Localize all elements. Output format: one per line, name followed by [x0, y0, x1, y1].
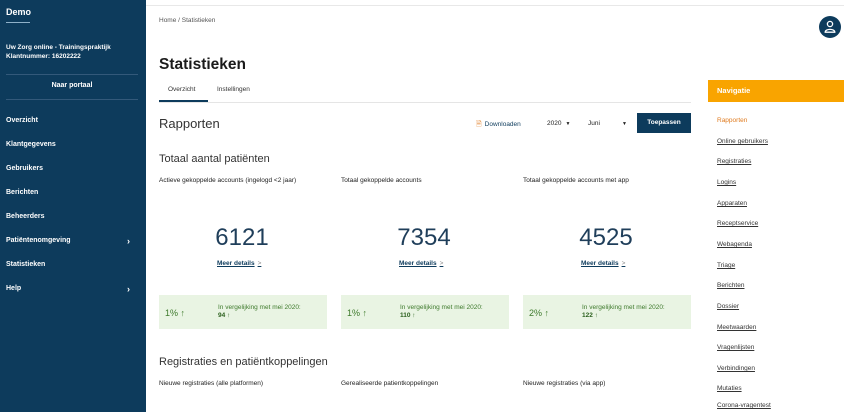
page-title: Statistieken [159, 56, 247, 73]
comparison-label: In vergelijking met mei 2020: [400, 304, 483, 311]
sidebar-item-label: Klantgegevens [6, 141, 56, 148]
nav-link-rapporten[interactable]: Rapporten [717, 117, 747, 124]
comparison-text: In vergelijking met mei 2020: 94 ↑ [218, 304, 301, 320]
caret-down-icon: ▼ [565, 121, 571, 127]
sidebar-item-label: Statistieken [6, 261, 46, 268]
header-divider [146, 5, 844, 6]
sidebar-item-label: Beheerders [6, 213, 45, 220]
caret-down-icon: ▼ [621, 121, 627, 127]
card-label: Actieve gekoppelde accounts (ingelogd <2… [159, 177, 297, 184]
nav-link-mutaties[interactable]: Mutaties [717, 385, 742, 392]
document-icon: 🗎 [476, 121, 482, 128]
year-select[interactable]: 2020 ▼ [547, 120, 570, 127]
details-link[interactable]: Meer details > [399, 260, 443, 267]
comparison-percent: 1% ↑ [165, 308, 186, 318]
active-tab-indicator [159, 100, 208, 102]
sidebar-item-klantgegevens[interactable]: Klantgegevens [6, 138, 138, 152]
comparison-label: In vergelijking met mei 2020: [582, 304, 665, 311]
nav-link-online-gebruikers[interactable]: Online gebruikers [717, 138, 768, 145]
nav-link-apparaten[interactable]: Apparaten [717, 200, 747, 207]
tab-instellingen[interactable]: Instellingen [217, 86, 250, 93]
sidebar-item-berichten[interactable]: Berichten [6, 186, 138, 200]
brand-name: Demo [6, 7, 32, 17]
details-link[interactable]: Meer details > [581, 260, 625, 267]
sidebar-divider [6, 99, 138, 100]
nav-link-webagenda[interactable]: Webagenda [717, 241, 752, 248]
download-label: Downloaden [484, 121, 521, 128]
nav-link-meetwaarden[interactable]: Meetwaarden [717, 324, 756, 331]
month-value: Juni [588, 120, 600, 127]
sidebar-item-label: Berichten [6, 189, 39, 196]
card-label: Totaal gekoppelde accounts met app [523, 177, 629, 184]
card-label: Nieuwe registraties (via app) [523, 380, 606, 387]
reports-title: Rapporten [159, 116, 220, 131]
sidebar-item-beheerders[interactable]: Beheerders [6, 210, 138, 224]
tabs-divider [159, 102, 691, 103]
chevron-right-icon: > [257, 260, 262, 267]
nav-link-vragenlijsten[interactable]: Vragenlijsten [717, 344, 754, 351]
sidebar-item-gebruikers[interactable]: Gebruikers [6, 162, 138, 176]
details-link-label: Meer details [581, 260, 619, 267]
nav-link-registraties[interactable]: Registraties [717, 158, 751, 165]
comparison-value: 110 ↑ [400, 312, 416, 319]
organization-name: Uw Zorg online - Trainingspraktijk [6, 44, 111, 51]
comparison-percent: 1% ↑ [347, 308, 368, 318]
nav-link-logins[interactable]: Logins [717, 179, 736, 186]
nav-link-corona-vragentest[interactable]: Corona-vragentest [717, 402, 771, 409]
nav-link-dossier[interactable]: Dossier [717, 303, 739, 310]
comparison-percent: 2% ↑ [529, 308, 550, 318]
customer-number: Klantnummer: 16202222 [6, 53, 81, 60]
tab-overzicht[interactable]: Overzicht [168, 86, 195, 93]
sidebar-item-patientenomgeving[interactable]: Patiëntenomgeving › [6, 234, 138, 248]
avatar[interactable] [819, 16, 841, 38]
sidebar-item-label: Patiëntenomgeving [6, 237, 71, 244]
card-label: Totaal gekoppelde accounts [341, 177, 422, 184]
metric-value: 7354 [397, 224, 451, 251]
download-button[interactable]: 🗎 Downloaden [476, 120, 521, 131]
comparison-box: 1% ↑ In vergelijking met mei 2020: 110 ↑ [341, 295, 509, 329]
sidebar-item-label: Help [6, 285, 22, 292]
nav-link-verbindingen[interactable]: Verbindingen [717, 365, 755, 372]
comparison-label: In vergelijking met mei 2020: [218, 304, 301, 311]
comparison-box: 2% ↑ In vergelijking met mei 2020: 122 ↑ [523, 295, 691, 329]
comparison-value: 94 ↑ [218, 312, 231, 319]
comparison-text: In vergelijking met mei 2020: 122 ↑ [582, 304, 665, 320]
nav-link-receptservice[interactable]: Receptservice [717, 220, 758, 227]
comparison-box: 1% ↑ In vergelijking met mei 2020: 94 ↑ [159, 295, 327, 329]
details-link[interactable]: Meer details > [217, 260, 261, 267]
chevron-right-icon: > [621, 260, 626, 267]
chevron-right-icon: › [127, 236, 130, 246]
metric-value: 6121 [215, 224, 269, 251]
patients-section-title: Totaal aantal patiënten [159, 153, 270, 165]
sidebar-item-statistieken[interactable]: Statistieken [6, 258, 138, 272]
user-icon [824, 20, 836, 33]
nav-link-triage[interactable]: Triage [717, 262, 735, 269]
chevron-right-icon: › [127, 284, 130, 294]
chevron-right-icon: > [439, 260, 444, 267]
navigation-header: Navigatie [708, 80, 844, 102]
sidebar-divider [6, 74, 138, 75]
card-label: Gerealiseerde patientkoppelingen [341, 380, 439, 387]
sidebar-item-label: Overzicht [6, 117, 38, 124]
sidebar-item-overzicht[interactable]: Overzicht [6, 114, 138, 128]
metric-value: 4525 [579, 224, 633, 251]
nav-link-berichten[interactable]: Berichten [717, 282, 744, 289]
comparison-text: In vergelijking met mei 2020: 110 ↑ [400, 304, 483, 320]
month-select[interactable]: Juni ▼ [588, 120, 627, 127]
portal-button[interactable]: Naar portaal [6, 78, 138, 94]
year-value: 2020 [547, 120, 562, 127]
sidebar-item-label: Gebruikers [6, 165, 43, 172]
details-link-label: Meer details [217, 260, 255, 267]
sidebar-item-help[interactable]: Help › [6, 282, 138, 296]
sidebar: Demo Uw Zorg online - Trainingspraktijk … [0, 0, 146, 412]
organization-info: Uw Zorg online - Trainingspraktijk Klant… [6, 43, 111, 61]
brand-underline [6, 22, 30, 23]
apply-button[interactable]: Toepassen [637, 113, 691, 133]
details-link-label: Meer details [399, 260, 437, 267]
comparison-value: 122 ↑ [582, 312, 598, 319]
breadcrumb: Home / Statistieken [159, 17, 216, 24]
card-label: Nieuwe registraties (alle platformen) [159, 380, 264, 387]
registrations-section-title: Registraties en patiëntkoppelingen [159, 356, 328, 368]
